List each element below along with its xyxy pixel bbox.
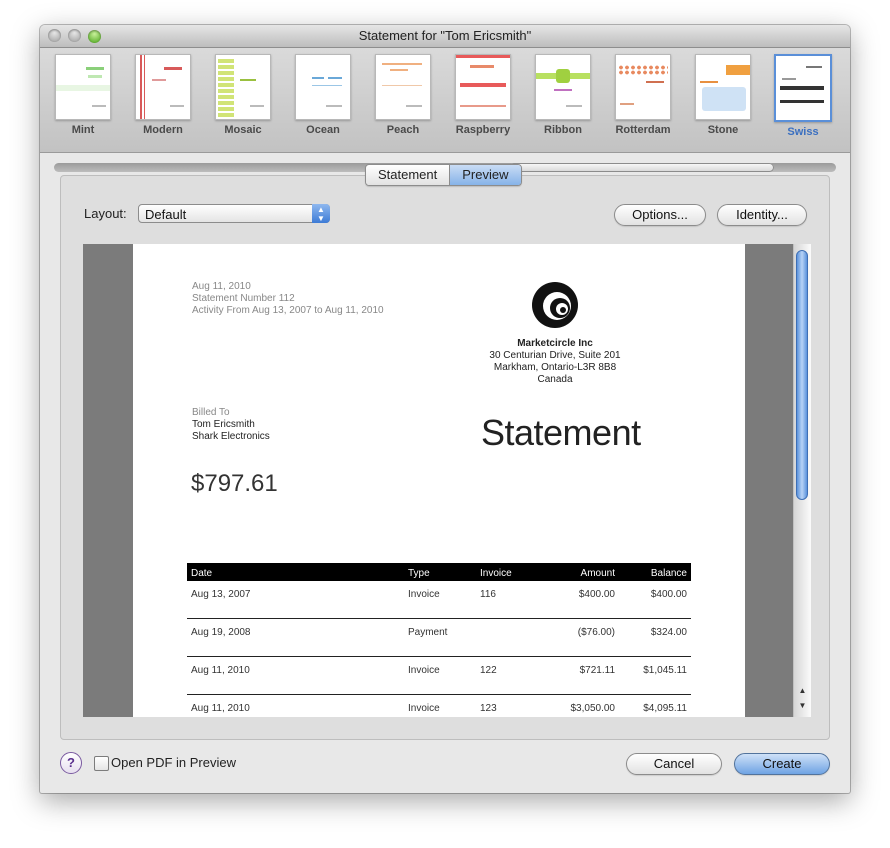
statement-date: Aug 11, 2010 (192, 281, 251, 292)
company-info: Marketcircle Inc 30 Centurian Drive, Sui… (473, 338, 637, 386)
table-row: Aug 19, 2008 Payment ($76.00) $324.00 (187, 619, 691, 657)
theme-mint[interactable]: Mint (49, 54, 117, 136)
table-row: Aug 11, 2010 Invoice 122 $721.11 $1,045.… (187, 657, 691, 695)
table-row: Aug 13, 2007 Invoice 116 $400.00 $400.00 (187, 581, 691, 619)
cell-balance: $1,045.11 (643, 665, 687, 676)
billed-company: Shark Electronics (192, 431, 270, 442)
col-amount: Amount (580, 568, 615, 579)
theme-label: Ocean (306, 124, 340, 136)
view-segmented-control: Statement Preview (365, 164, 522, 186)
theme-mosaic[interactable]: Mosaic (209, 54, 277, 136)
layout-label: Layout: (84, 206, 127, 221)
theme-label: Rotterdam (615, 124, 671, 136)
popup-arrows-icon: ▲ ▼ (312, 204, 330, 223)
cell-invoice: 116 (480, 589, 496, 600)
table-header: Date Type Invoice Amount Balance (187, 563, 691, 581)
window-title: Statement for "Tom Ericsmith" (358, 28, 532, 43)
theme-label: Raspberry (455, 124, 511, 136)
statement-table: Date Type Invoice Amount Balance Aug 13,… (187, 563, 691, 717)
theme-thumbnail (135, 54, 191, 120)
cell-balance: $400.00 (650, 589, 687, 600)
scroll-up-arrow-icon[interactable]: ▲ (794, 686, 811, 698)
theme-thumbnail (535, 54, 591, 120)
identity-button[interactable]: Identity... (717, 204, 807, 226)
open-pdf-label[interactable]: Open PDF in Preview (111, 755, 236, 770)
marketcircle-logo (532, 282, 578, 328)
open-pdf-checkbox[interactable] (94, 756, 109, 771)
theme-label: Modern (143, 124, 183, 136)
cell-invoice: 123 (480, 703, 497, 714)
company-address-line1: 30 Centurian Drive, Suite 201 (489, 350, 621, 361)
cell-amount: ($76.00) (577, 627, 615, 638)
preview-scrollbar[interactable]: ▲ ▼ (793, 244, 811, 717)
theme-thumbnail (295, 54, 351, 120)
document-title: Statement (481, 412, 641, 453)
statement-window: Statement for "Tom Ericsmith" Mint Moder… (40, 25, 850, 793)
theme-label: Mint (71, 124, 95, 136)
create-button[interactable]: Create (734, 753, 830, 775)
cell-date: Aug 19, 2008 (191, 627, 251, 638)
theme-swiss[interactable]: Swiss (769, 54, 837, 138)
cell-invoice: 122 (480, 665, 497, 676)
theme-thumbnail (695, 54, 751, 120)
theme-label: Stone (707, 124, 739, 136)
cell-date: Aug 13, 2007 (191, 589, 251, 600)
cell-balance: $324.00 (650, 627, 687, 638)
tab-statement[interactable]: Statement (366, 165, 450, 185)
tab-preview[interactable]: Preview (449, 165, 521, 185)
cell-date: Aug 11, 2010 (191, 665, 250, 676)
cell-balance: $4,095.11 (643, 703, 687, 714)
theme-thumbnail (455, 54, 511, 120)
theme-thumbnail (375, 54, 431, 120)
help-button[interactable]: ? (60, 752, 82, 774)
theme-thumbnail (55, 54, 111, 120)
company-name: Marketcircle Inc (517, 338, 593, 349)
theme-rotterdam[interactable]: Rotterdam (609, 54, 677, 136)
company-address-line2: Markham, Ontario-L3R 8B8 (493, 362, 617, 373)
cell-amount: $721.11 (579, 665, 615, 676)
billed-to-label: Billed To (192, 407, 230, 418)
statement-number: Statement Number 112 (192, 293, 295, 304)
theme-ocean[interactable]: Ocean (289, 54, 357, 136)
theme-scrollbar-thumb[interactable] (509, 163, 774, 172)
layout-value: Default (145, 207, 187, 222)
cell-amount: $400.00 (578, 589, 615, 600)
theme-thumbnail (774, 54, 832, 122)
activity-range: Activity From Aug 13, 2007 to Aug 11, 20… (192, 305, 384, 316)
title-bar[interactable]: Statement for "Tom Ericsmith" (40, 25, 850, 48)
statement-total: $797.61 (191, 470, 278, 497)
theme-modern[interactable]: Modern (129, 54, 197, 136)
theme-label: Ribbon (544, 124, 582, 136)
theme-label: Swiss (787, 126, 819, 138)
cell-type: Invoice (408, 665, 440, 676)
billed-name: Tom Ericsmith (192, 419, 255, 430)
col-invoice: Invoice (480, 568, 512, 579)
cell-date: Aug 11, 2010 (191, 703, 250, 714)
cancel-button[interactable]: Cancel (626, 753, 722, 775)
theme-stone[interactable]: Stone (689, 54, 757, 136)
scroll-down-arrow-icon[interactable]: ▼ (794, 701, 811, 713)
cell-amount: $3,050.00 (570, 703, 616, 714)
theme-label: Peach (386, 124, 420, 136)
theme-browser: Mint Modern Mosaic Ocean Peach Raspberry… (40, 48, 850, 172)
theme-raspberry[interactable]: Raspberry (449, 54, 517, 136)
options-button[interactable]: Options... (614, 204, 706, 226)
preview-scrollbar-thumb[interactable] (796, 250, 808, 500)
cell-type: Payment (408, 627, 448, 638)
table-row: Aug 11, 2010 Invoice 123 $3,050.00 $4,09… (187, 695, 691, 717)
document-preview[interactable]: Aug 11, 2010 Statement Number 112 Activi… (83, 244, 811, 717)
cell-type: Invoice (408, 589, 440, 600)
col-balance: Balance (650, 568, 687, 579)
statement-page: Aug 11, 2010 Statement Number 112 Activi… (133, 244, 745, 717)
layout-popup[interactable]: Default ▲ ▼ (138, 204, 330, 223)
col-type: Type (408, 568, 430, 579)
theme-thumbnail (215, 54, 271, 120)
theme-ribbon[interactable]: Ribbon (529, 54, 597, 136)
col-date: Date (191, 568, 213, 579)
theme-peach[interactable]: Peach (369, 54, 437, 136)
company-country: Canada (537, 374, 573, 385)
theme-label: Mosaic (224, 124, 262, 136)
theme-thumbnail (615, 54, 671, 120)
cell-type: Invoice (408, 703, 440, 714)
